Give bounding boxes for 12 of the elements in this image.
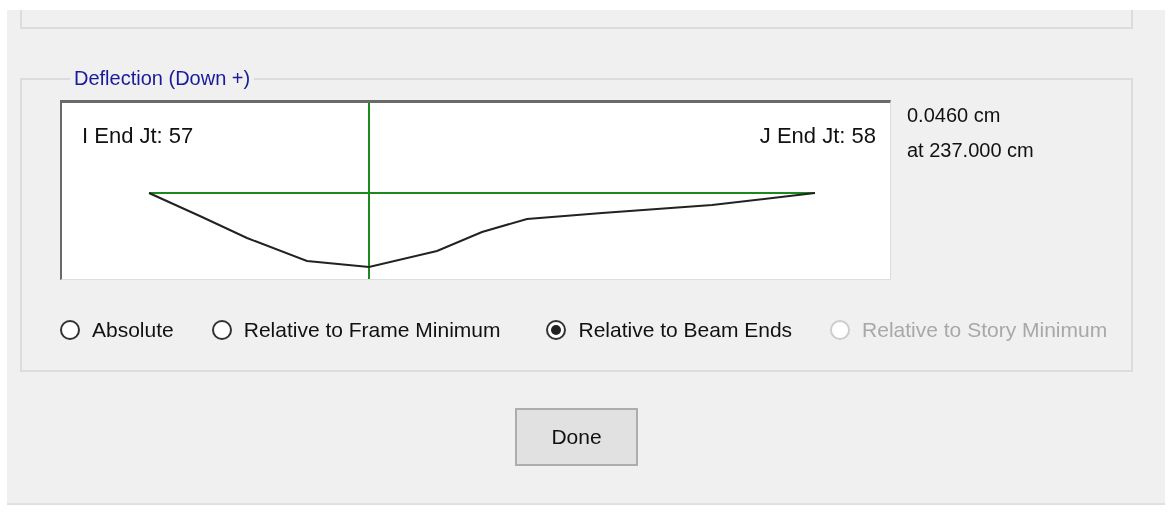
radio-button[interactable] [211,320,232,340]
max-deflection-location: at 237.000 cm [907,139,1034,162]
radio-option[interactable]: Relative to Frame Minimum [211,318,501,342]
group-title: Deflection (Down +) [73,67,252,90]
radio-button[interactable] [546,320,567,340]
radio-option[interactable]: Absolute [60,318,174,342]
end-label: J End Jt: 58 [759,123,876,149]
end-label: I End Jt: 57 [82,123,194,149]
radio-option[interactable]: Relative to Beam Ends [546,318,793,342]
radio-button[interactable] [60,320,80,340]
max-deflection-value: 0.0460 cm [907,104,1002,127]
done-button[interactable]: Done [515,408,638,466]
